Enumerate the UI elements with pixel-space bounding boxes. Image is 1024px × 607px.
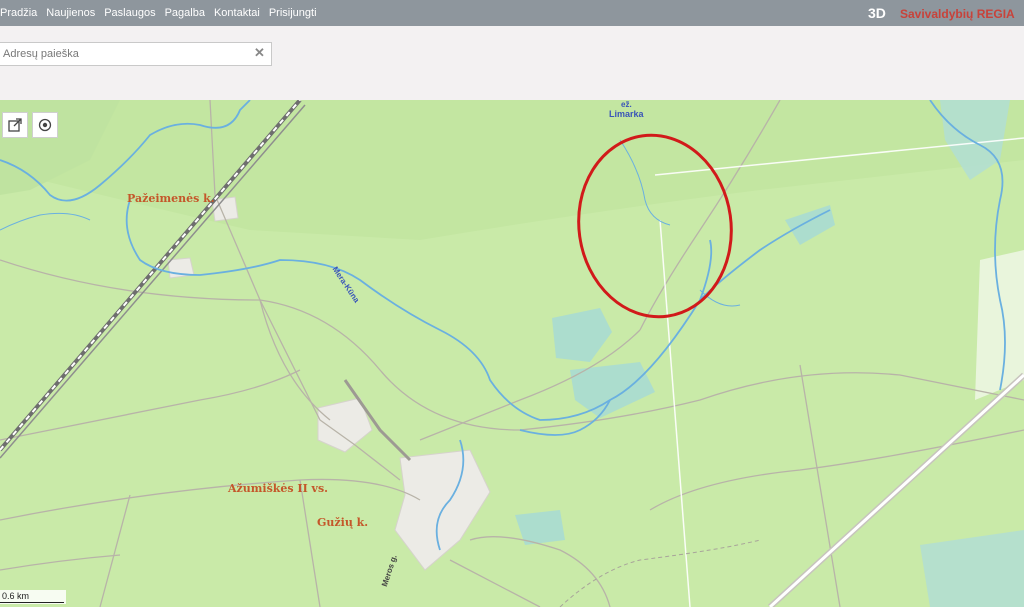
- scale-label: 0.6 km: [2, 591, 30, 601]
- locate-icon: [38, 118, 52, 132]
- site-brand[interactable]: Savivaldybių REGIA: [900, 7, 1015, 21]
- share-icon: [8, 118, 22, 132]
- map-canvas[interactable]: ež. Limarka Mera-Kūna Pažeimenės k. Ažum…: [0, 100, 1024, 607]
- address-search: ✕: [0, 42, 272, 66]
- nav-login[interactable]: Prisijungti: [269, 7, 317, 19]
- nav-contacts[interactable]: Kontaktai: [214, 7, 260, 19]
- scale-line: [0, 602, 64, 603]
- place-label-guziai: Gužių k.: [317, 516, 369, 529]
- scale-bar: 0.6 km: [0, 590, 66, 604]
- lake-name-label: Limarka: [609, 109, 644, 119]
- lake-prefix-label: ež.: [621, 100, 632, 109]
- nav-help[interactable]: Pagalba: [165, 7, 205, 19]
- map-layer: [0, 100, 1024, 607]
- 3d-mode-link[interactable]: 3D: [868, 5, 886, 21]
- place-label-pazeimenes: Pažeimenės k.: [127, 192, 215, 205]
- place-label-azumiskes: Ažumiškės II vs.: [228, 482, 328, 495]
- nav-services[interactable]: Paslaugos: [104, 7, 155, 19]
- address-search-input[interactable]: [0, 43, 253, 65]
- share-button[interactable]: [2, 112, 28, 138]
- nav-home[interactable]: Pradžia: [0, 7, 37, 19]
- nav-news[interactable]: Naujienos: [46, 7, 95, 19]
- clear-search-icon[interactable]: ✕: [254, 46, 266, 60]
- locate-button[interactable]: [32, 112, 58, 138]
- main-menu: Pradžia Naujienos Paslaugos Pagalba Kont…: [0, 0, 317, 26]
- top-navigation-bar: Pradžia Naujienos Paslaugos Pagalba Kont…: [0, 0, 1024, 26]
